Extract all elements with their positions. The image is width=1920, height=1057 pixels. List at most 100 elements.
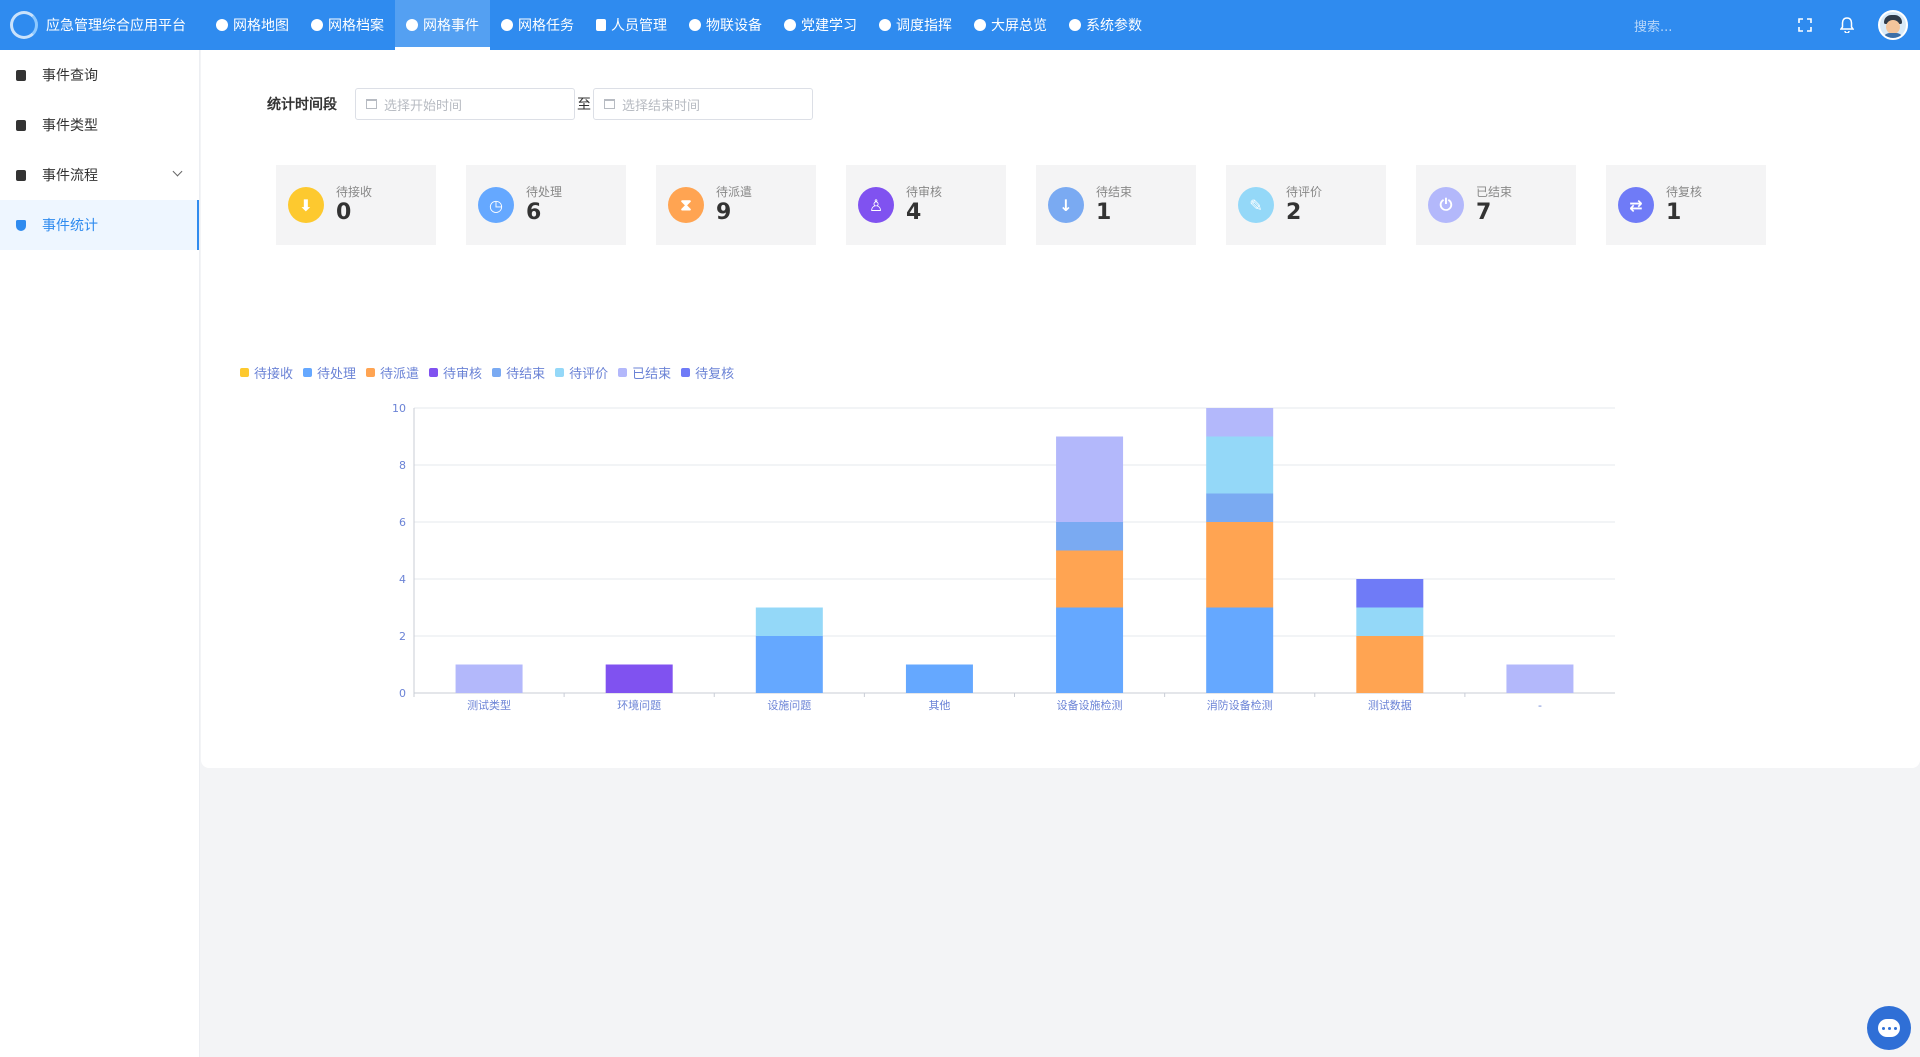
user-avatar[interactable] [1878,10,1908,40]
bar-segment [1356,607,1424,636]
bar-segment [1056,436,1124,522]
bar-segment [1356,579,1424,608]
nav-item-7[interactable]: 调度指挥 [868,0,963,50]
x-tick-label: - [1538,699,1542,712]
sidebar-item-2[interactable]: 事件流程 [0,150,199,200]
bar-segment [1056,550,1124,608]
bar-segment [1206,607,1274,693]
layers-icon [16,169,26,181]
bar-segment [1206,436,1274,494]
bar-segment [605,664,673,693]
bar-segment [1206,493,1274,522]
download-icon: ⬇ [288,187,324,223]
stat-card: ◷ 待处理 6 [466,165,626,245]
nav-item-6[interactable]: 党建学习 [773,0,868,50]
swap-icon: ⇄ [1618,187,1654,223]
chevron-down-icon[interactable] [172,166,183,177]
end-date-placeholder: 选择结束时间 [622,98,701,114]
sidebar-item-label: 事件查询 [42,68,98,84]
nav-item-8[interactable]: 大屏总览 [963,0,1058,50]
nav-item-9[interactable]: 系统参数 [1058,0,1153,50]
end-date-input[interactable]: 选择结束时间 [593,88,813,120]
y-tick-label: 4 [399,573,406,586]
bar-segment [1206,408,1274,437]
stat-card-value: 9 [716,200,732,225]
stamp-icon: ♙ [858,187,894,223]
nav-item-1[interactable]: 网格档案 [300,0,395,50]
start-date-input[interactable]: 选择开始时间 [355,88,575,120]
range-separator: 至 [577,97,591,113]
nav-item-0[interactable]: 网格地图 [205,0,300,50]
stat-card-label: 待接收 [336,185,373,199]
stacked-bar-chart: 0 2 4 6 8 10 测试类型 环境问题 设施问题 其他 设备设施检测 消防设备检测 测试数据 - [392,402,1615,712]
nav-item-4[interactable]: 人员管理 [585,0,678,50]
stat-cards: ⬇ 待接收 0 ◷ 待处理 6 ⧗ 待派遣 9 ♙ 待审核 4 ↓ 待结束 1 ✎ 待评价 2 ⏻ 已结束 7 ⇄ 待复核 1 [276,165,1796,245]
trash-icon [16,69,26,81]
nav-item-5[interactable]: 物联设备 [678,0,773,50]
stat-card-value: 1 [1096,200,1112,225]
sidebar-item-label: 事件类型 [42,118,98,134]
settings-icon [1069,19,1081,31]
nav-item-label: 网格任务 [518,18,574,34]
chat-icon [1878,1019,1900,1037]
stat-card: ♙ 待审核 4 [846,165,1006,245]
filter-label: 统计时间段 [267,97,337,113]
nav-item-2[interactable]: 网格事件 [395,0,490,50]
top-navbar: 应急管理综合应用平台 网格地图 网格档案 网格事件 网格任务 人员管理 物联设备 党建学习 调… [0,0,1920,50]
stat-card-label: 待派遣 [716,185,753,199]
search-input[interactable]: 搜索... [1634,16,1784,35]
nav-item-label: 大屏总览 [991,18,1047,34]
shield-icon [16,219,26,231]
calendar-icon [604,99,615,109]
power-icon: ⏻ [1428,187,1464,223]
nav-item-label: 网格事件 [423,18,479,34]
nav-item-label: 系统参数 [1086,18,1142,34]
nav-item-label: 人员管理 [611,18,667,34]
stat-card: ⏻ 已结束 7 [1416,165,1576,245]
nav-item-label: 调度指挥 [896,18,952,34]
sidebar-item-label: 事件统计 [42,218,98,234]
calendar-icon [366,99,377,109]
nav-item-label: 物联设备 [706,18,762,34]
x-tick-label: 测试数据 [1368,698,1412,712]
y-tick-label: 6 [399,516,406,529]
bar-segment [1356,636,1424,693]
y-tick-label: 10 [392,402,406,415]
clock-icon: ◷ [478,187,514,223]
fullscreen-icon[interactable] [1796,16,1814,34]
y-tick-label: 0 [399,687,406,700]
x-tick-label: 测试类型 [467,698,511,712]
stat-card-label: 待审核 [906,185,943,199]
app-title: 应急管理综合应用平台 [46,18,186,34]
pie-icon [311,19,323,31]
pencil-icon: ✎ [1238,187,1274,223]
x-tick-label: 设施问题 [767,699,811,712]
nav-item-3[interactable]: 网格任务 [490,0,585,50]
stat-card: ⬇ 待接收 0 [276,165,436,245]
brand[interactable]: 应急管理综合应用平台 [0,0,205,50]
y-tick-label: 8 [399,459,406,472]
bar-segment [755,607,823,636]
x-tick-label: 消防设备检测 [1207,698,1273,712]
sidebar-item-0[interactable]: 事件查询 [0,50,199,100]
sidebar-item-1[interactable]: 事件类型 [0,100,199,150]
globe-icon [216,19,228,31]
x-tick-label: 其他 [928,699,950,712]
sidebar-item-label: 事件流程 [42,168,98,184]
screen-icon [974,19,986,31]
document-icon [596,19,606,31]
sidebar-item-3[interactable]: 事件统计 [0,200,199,250]
hourglass-icon: ⧗ [668,187,704,223]
chat-button[interactable] [1867,1006,1911,1050]
stat-card-label: 待评价 [1286,185,1323,199]
date-range-filter: 统计时间段 选择开始时间 至 选择结束时间 [267,88,813,120]
cup-icon [16,119,26,131]
bar-segment [1056,607,1124,693]
stat-card-value: 0 [336,200,352,225]
device-icon [689,19,701,31]
bell-icon[interactable] [1838,16,1856,34]
stat-card: ⇄ 待复核 1 [1606,165,1766,245]
stat-card-label: 已结束 [1476,185,1513,199]
bar-segment [455,664,523,693]
book-icon [784,19,796,31]
